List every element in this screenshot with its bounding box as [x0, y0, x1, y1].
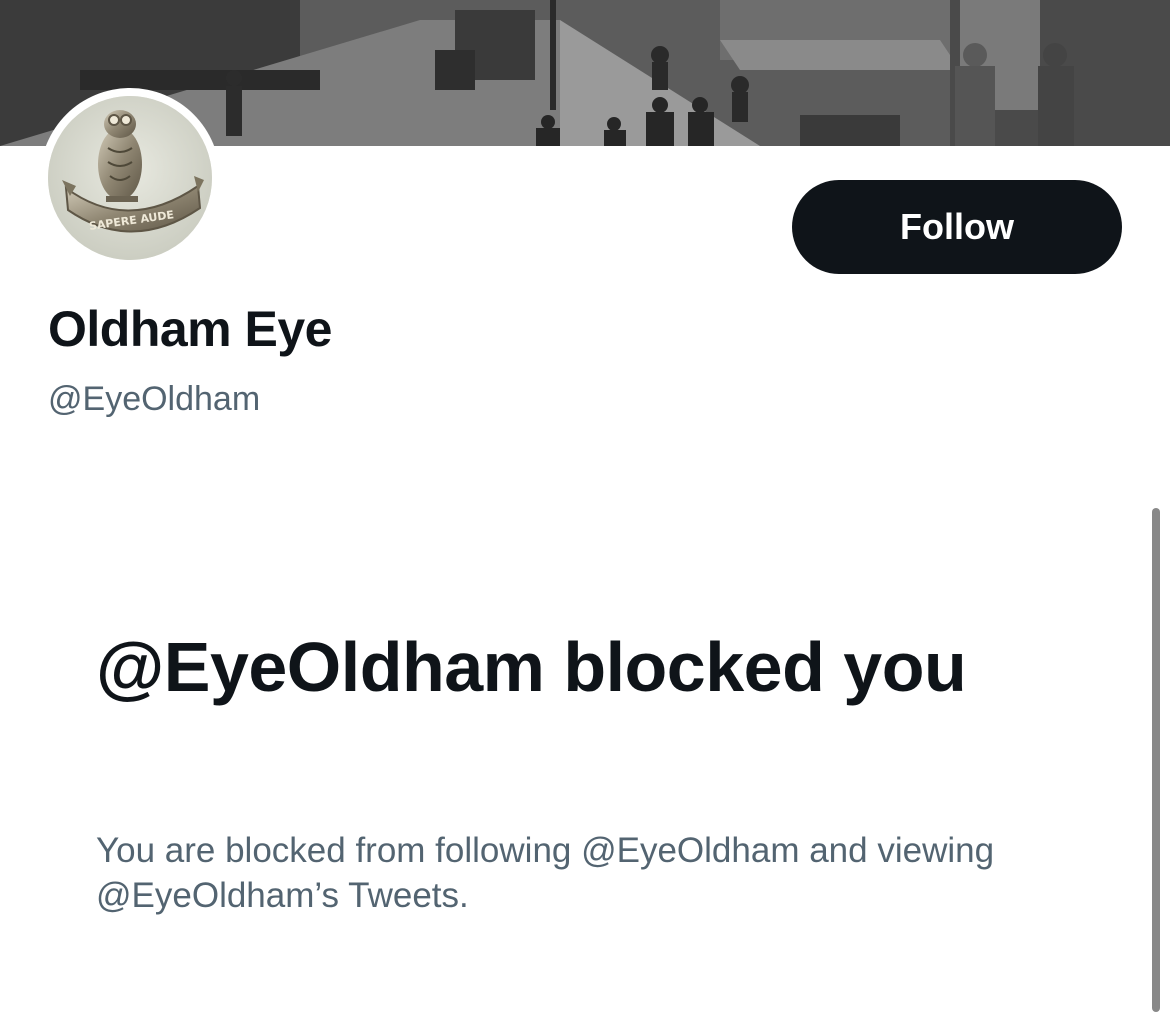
blocked-title: @EyeOldham blocked you — [96, 628, 967, 706]
owl-badge-icon: SAPERE AUDE — [48, 96, 212, 260]
blocked-message: You are blocked from following @EyeOldha… — [96, 831, 995, 915]
avatar[interactable]: SAPERE AUDE — [48, 96, 212, 260]
profile-handle: @EyeOldham — [48, 380, 261, 418]
follow-button[interactable]: Follow — [792, 180, 1122, 274]
scrollbar-thumb[interactable] — [1152, 508, 1160, 1012]
profile-display-name: Oldham Eye — [48, 301, 333, 357]
